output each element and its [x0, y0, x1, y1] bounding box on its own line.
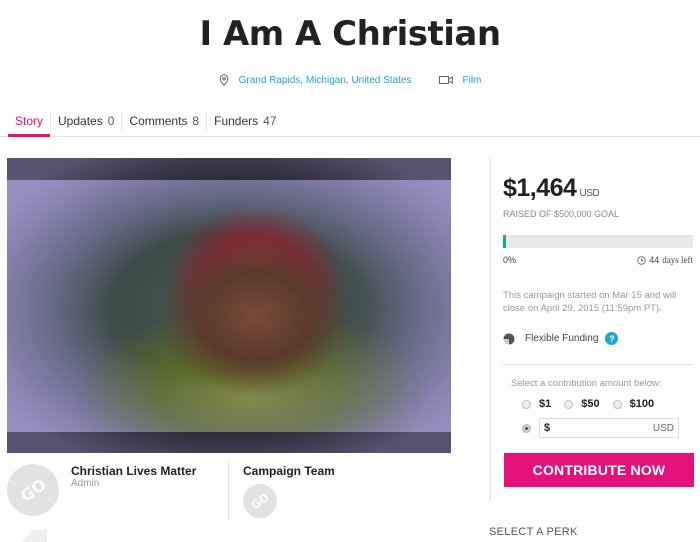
amount-options: $1 $50 $100 [522, 398, 667, 410]
contribution-prompt: Select a contribution amount below: [511, 378, 662, 389]
tab-count: 47 [263, 114, 277, 128]
tab-count: 8 [192, 114, 200, 128]
owner-avatar[interactable]: GO [0, 453, 70, 527]
amount-currency: USD [579, 188, 600, 199]
amount-label: $1 [539, 398, 552, 410]
tab-funders[interactable]: Funders 47 [207, 106, 283, 136]
days-left: 44 days left [637, 255, 693, 265]
owner-role: Admin [71, 478, 100, 489]
location-pin-icon [219, 74, 228, 86]
team-title: Campaign Team [243, 464, 335, 478]
half-circle-icon [503, 333, 515, 344]
currency-symbol: $ [544, 422, 551, 434]
campaign-video[interactable] [7, 158, 451, 453]
tab-comments[interactable]: Comments 8 [122, 106, 206, 136]
flexible-funding-label: Flexible Funding [525, 333, 599, 344]
funding-panel: $1,464 USD RAISED OF $500,000 GOAL 0% 44 … [489, 158, 700, 501]
amount-label: $50 [581, 398, 600, 410]
campaign-dates: This campaign started on Mar 15 and will… [503, 290, 677, 314]
tab-count: 0 [107, 114, 115, 128]
radio-button[interactable] [522, 399, 531, 409]
amount-option-100[interactable]: $100 [612, 398, 655, 410]
divider [228, 460, 229, 520]
campaign-team: Campaign Team GO [236, 458, 443, 542]
help-icon[interactable]: ? [605, 332, 619, 345]
film-camera-icon [439, 76, 454, 84]
campaign-tabs: Story Updates 0 Comments 8 Funders 47 [0, 106, 700, 137]
days-left-label: days left [662, 255, 693, 265]
custom-amount: $ USD [522, 418, 679, 438]
progress-bar [503, 235, 693, 248]
team-member-avatar[interactable]: GO [236, 477, 284, 525]
tab-label: Comments [129, 114, 188, 128]
goal-text: RAISED OF $500,000 GOAL [503, 209, 620, 219]
location-link[interactable]: Grand Rapids, Michigan, United States [239, 75, 412, 86]
custom-amount-input[interactable]: $ USD [539, 418, 679, 438]
decorative-corner [7, 530, 47, 542]
amount-option-50[interactable]: $50 [564, 398, 600, 410]
video-vignette [7, 158, 451, 453]
category-link[interactable]: Film [462, 75, 481, 86]
currency-code: USD [652, 422, 674, 434]
flexible-funding: Flexible Funding ? [503, 332, 619, 345]
campaign-meta: Grand Rapids, Michigan, United States Fi… [0, 74, 700, 86]
progress-percent: 0% [503, 255, 517, 265]
tab-story[interactable]: Story [8, 106, 51, 137]
contribute-button[interactable]: CONTRIBUTE NOW [504, 453, 694, 487]
radio-button-selected[interactable] [522, 423, 531, 433]
days-left-number: 44 [649, 255, 660, 265]
progress-fill [503, 235, 506, 248]
radio-button[interactable] [564, 399, 574, 409]
campaign-title: I Am A Christian [199, 14, 501, 54]
tab-label: Funders [214, 114, 259, 128]
clock-icon [637, 255, 646, 265]
tab-label: Story [15, 114, 44, 128]
divider [503, 364, 693, 365]
amount-label: $100 [629, 398, 655, 410]
tab-label: Updates [58, 114, 103, 128]
amount-value: $1,464 [503, 174, 577, 202]
radio-button[interactable] [612, 399, 622, 409]
perk-heading: SELECT A PERK [489, 526, 578, 538]
tab-updates[interactable]: Updates 0 [51, 106, 121, 136]
amount-option-1[interactable]: $1 [522, 398, 551, 410]
owner-name[interactable]: Christian Lives Matter [71, 464, 196, 478]
amount-raised: $1,464 USD [503, 174, 600, 203]
